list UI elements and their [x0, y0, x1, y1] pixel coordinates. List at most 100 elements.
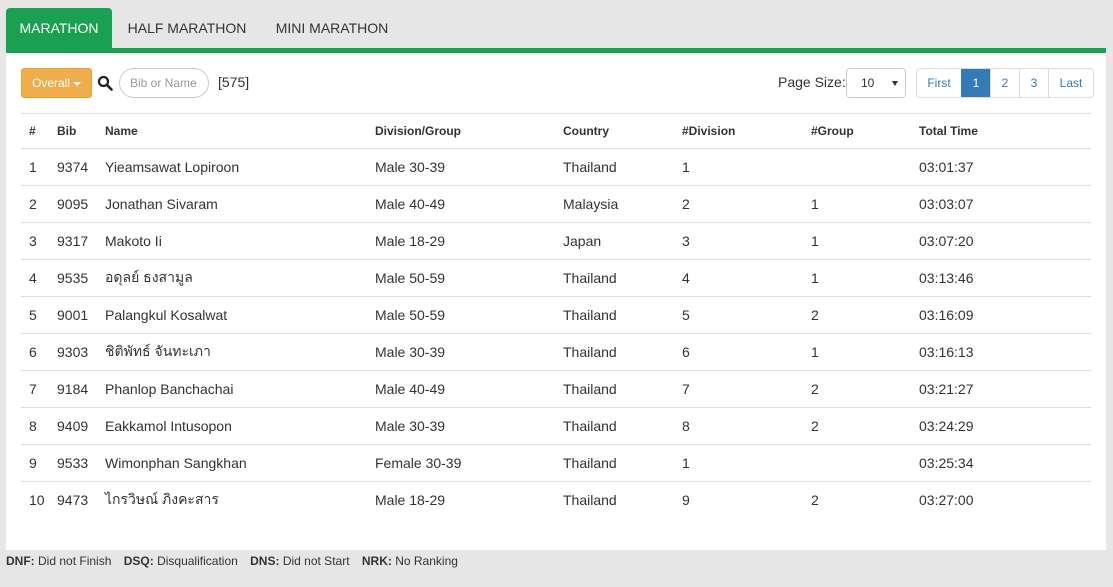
cell-division-rank: 9 — [682, 492, 690, 508]
overall-label: Overall — [31, 76, 70, 90]
cell-rank: 6 — [21, 333, 49, 371]
cell-bib: 9409 — [49, 407, 97, 445]
pagination-page-3[interactable]: 3 — [1019, 69, 1048, 97]
cell-total-time: 03:16:13 — [911, 333, 1091, 371]
result-count: [575] — [218, 74, 250, 90]
results-table: # Bib Name Division/Group Country #Divis… — [21, 113, 1091, 518]
legend-item-dsq: DSQ: Disqualification — [123, 554, 238, 568]
table-row: 4 9535 อดุลย์ ธงสามูล Male 50-59 Thailand 4 1 0… — [21, 259, 1091, 297]
cell-rank: 5 — [21, 296, 49, 334]
cell-country: Thailand — [555, 444, 674, 482]
tab-mini-marathon[interactable]: MINI MARATHON — [266, 8, 398, 48]
overall-dropdown-button[interactable]: Overall — [21, 68, 92, 98]
cell-total-time: 03:01:37 — [911, 148, 1091, 186]
chevron-down-icon — [892, 81, 898, 86]
caret-down-icon — [73, 81, 81, 86]
table-row: 8 9409 Eakkamol Intusopon Male 30-39 Thailan… — [21, 407, 1091, 445]
cell-division-rank: 4 — [674, 259, 803, 297]
table-row: 6 9303 ชิติพัทธ์ จันทะเภา Male 30-39 Thailan… — [21, 333, 1091, 371]
table-row: 1 9374 Yieamsawat Lopiroon Male 30-39 Thaila… — [21, 148, 1091, 186]
cell-country: Thailand — [555, 259, 674, 297]
cell-division-group: Male 18-29 — [367, 222, 555, 260]
cell-division-group: Male 40-49 — [367, 370, 555, 408]
cell-rank: 7 — [21, 370, 49, 408]
cell-rank: 4 — [21, 259, 49, 297]
pagination-page-2[interactable]: 2 — [990, 69, 1019, 97]
header-rank: # — [21, 113, 49, 149]
page-size-select[interactable]: 10 — [846, 68, 906, 98]
cell-division-rank: 8 — [674, 407, 803, 445]
table-row: 2 9095 Jonathan Sivaram Male 40-49 Malaysia 2… — [21, 185, 1091, 223]
header-name: Name — [97, 113, 367, 149]
cell-name: Wimonphan Sangkhan — [97, 444, 367, 482]
cell-bib: 9317 — [49, 222, 97, 260]
cell-group-rank: 2 — [803, 370, 911, 408]
cell-name: Eakkamol Intusopon — [97, 407, 367, 445]
cell-division-group: Male 40-49 — [367, 185, 555, 223]
search-icon — [97, 75, 113, 91]
cell-country: Thailand — [555, 296, 674, 334]
tab-half-marathon[interactable]: HALF MARATHON — [116, 8, 258, 48]
table-row: 10 9473 ไกรวิษณ์ ภิงคะสาร Male 18-29 Thailan… — [21, 482, 1091, 519]
header-division-group: Division/Group — [367, 113, 555, 149]
search-input[interactable] — [119, 68, 209, 98]
legend-item-dnf: DNF: Did not Finish — [6, 554, 112, 568]
cell-division-group: Male 50-59 — [367, 259, 555, 297]
table-row: 5 9001 Palangkul Kosalwat Male 50-59 Thailan… — [21, 296, 1091, 334]
pagination-first[interactable]: First — [917, 69, 961, 97]
cell-name: Makoto Ii — [97, 222, 367, 260]
cell-country: Thailand — [555, 333, 674, 371]
cell-total-time: 03:24:29 — [911, 407, 1091, 445]
cell-division-rank: 6 — [674, 333, 803, 371]
cell-country: Malaysia — [555, 185, 674, 223]
cell-total-time: 03:03:07 — [911, 185, 1091, 223]
cell-country: Thailand — [555, 148, 674, 186]
cell-bib: 9184 — [49, 370, 97, 408]
cell-total-time: 03:25:34 — [911, 444, 1091, 482]
legend-item-nrk: NRK: No Ranking — [361, 554, 458, 568]
cell-group-rank: 1 — [803, 222, 911, 260]
cell-name: Phanlop Banchachai — [97, 370, 367, 408]
cell-group-rank: 1 — [803, 333, 911, 371]
cell-country: Japan — [555, 222, 674, 260]
cell-group-rank: 2 — [811, 492, 819, 508]
cell-bib: 9473 — [57, 492, 89, 508]
cell-total-time: 03:07:20 — [911, 222, 1091, 260]
cell-total-time: 03:21:27 — [911, 370, 1091, 408]
cell-rank: 8 — [21, 407, 49, 445]
cell-name: อดุลย์ ธงสามูล — [97, 259, 367, 297]
cell-name: ชิติพัทธ์ จันทะเภา — [97, 333, 367, 371]
pagination-last[interactable]: Last — [1048, 69, 1093, 97]
pagination: First 1 2 3 Last — [916, 68, 1094, 98]
page-size-label: Page Size: — [778, 74, 846, 90]
cell-group-rank: 2 — [803, 296, 911, 334]
cell-division-rank: 1 — [674, 148, 803, 186]
tab-marathon[interactable]: MARATHON — [6, 8, 112, 48]
header-bib: Bib — [49, 113, 97, 149]
status-legend: DNF: Did not Finish DSQ: Disqualificatio… — [6, 554, 467, 568]
cell-division-group: Male 30-39 — [367, 407, 555, 445]
cell-bib: 9535 — [49, 259, 97, 297]
cell-bib: 9303 — [49, 333, 97, 371]
pagination-page-1[interactable]: 1 — [961, 69, 990, 97]
cell-country: Thailand — [555, 407, 674, 445]
cell-division-rank: 3 — [674, 222, 803, 260]
cell-division-rank: 7 — [674, 370, 803, 408]
cell-bib: 9001 — [49, 296, 97, 334]
cell-total-time: 03:27:00 — [919, 492, 974, 508]
table-header-row: # Bib Name Division/Group Country #Divis… — [21, 113, 1091, 149]
cell-group-rank: 2 — [803, 407, 911, 445]
header-division-rank: #Division — [674, 113, 803, 149]
cell-division-rank: 5 — [674, 296, 803, 334]
cell-name: Jonathan Sivaram — [97, 185, 367, 223]
cell-name: Palangkul Kosalwat — [97, 296, 367, 334]
cell-division-group: Male 30-39 — [367, 333, 555, 371]
cell-group-rank: 1 — [803, 259, 911, 297]
table-row: 9 9533 Wimonphan Sangkhan Female 30-39 Thail… — [21, 444, 1091, 482]
header-total-time: Total Time — [911, 113, 1091, 149]
cell-group-rank — [803, 444, 911, 482]
cell-total-time: 03:13:46 — [911, 259, 1091, 297]
cell-rank: 1 — [21, 148, 49, 186]
table-row: 7 9184 Phanlop Banchachai Male 40-49 Thailan… — [21, 370, 1091, 408]
cell-total-time: 03:16:09 — [911, 296, 1091, 334]
